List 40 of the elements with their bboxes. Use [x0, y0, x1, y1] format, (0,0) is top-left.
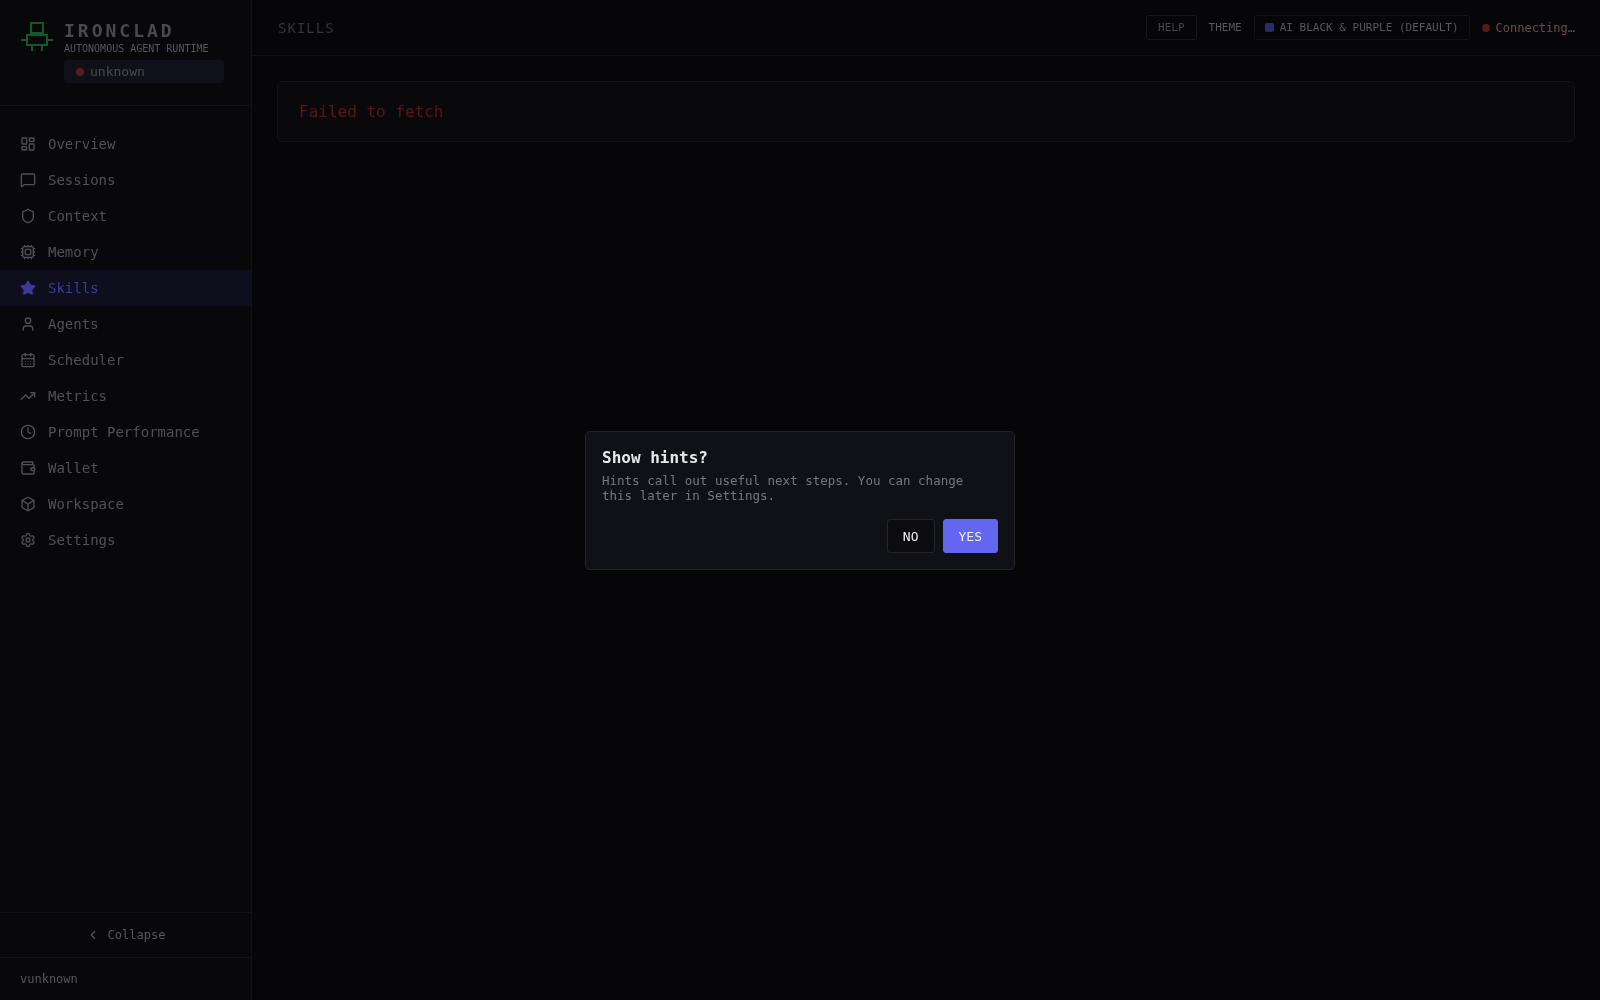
sidebar-item[interactable]: Context	[0, 198, 251, 234]
sidebar-item[interactable]: Agents	[0, 306, 251, 342]
confirm-button[interactable]: YES	[942, 519, 998, 553]
clock-icon	[20, 424, 36, 440]
help-button[interactable]: HELP	[1146, 15, 1197, 40]
sidebar-item[interactable]: Workspace	[0, 486, 251, 522]
robot-icon	[20, 21, 54, 53]
calendar-icon	[20, 352, 36, 368]
sidebar-item[interactable]: Settings	[0, 522, 251, 558]
chip-icon	[20, 244, 36, 260]
status-dot-icon	[76, 67, 84, 76]
sidebar-item[interactable]: Sessions	[0, 162, 251, 198]
cancel-button[interactable]: NO	[886, 519, 935, 553]
dialog-title: Show hints?	[602, 448, 709, 467]
swatch-icon	[1264, 23, 1274, 32]
sidebar-item[interactable]: Memory	[0, 234, 251, 270]
sidebar-item[interactable]: Overview	[0, 126, 251, 162]
shield-icon	[20, 208, 36, 224]
sidebar-item[interactable]: Wallet	[0, 450, 251, 486]
box-icon	[20, 496, 36, 512]
brand-name: IRONCLAD	[64, 20, 176, 41]
sidebar-item[interactable]: Skills	[0, 270, 251, 306]
error-message: Failed to fetch	[277, 81, 1575, 142]
sidebar-item[interactable]: Metrics	[0, 378, 251, 414]
version-label: vunknown	[19, 971, 79, 988]
sidebar-item[interactable]: Prompt Performance	[0, 414, 251, 450]
theme-label: THEME	[1208, 21, 1242, 34]
message-icon	[20, 172, 36, 188]
user-icon	[20, 316, 36, 332]
settings-icon	[20, 532, 36, 548]
star-icon	[20, 280, 36, 296]
collapse-button[interactable]: Collapse	[0, 912, 251, 958]
wallet-icon	[20, 460, 36, 476]
connection-status: Connecting…	[1481, 20, 1575, 35]
status-badge: unknown	[64, 60, 224, 83]
theme-select[interactable]: AI BLACK & PURPLE (DEFAULT)	[1253, 15, 1470, 40]
dashboard-icon	[20, 136, 36, 152]
sidebar-item[interactable]: Scheduler	[0, 342, 251, 378]
brand-tagline: AUTONOMOUS AGENT RUNTIME	[64, 43, 209, 54]
dialog-text: Hints call out useful next steps. You can change this later in Settings.	[602, 473, 965, 503]
